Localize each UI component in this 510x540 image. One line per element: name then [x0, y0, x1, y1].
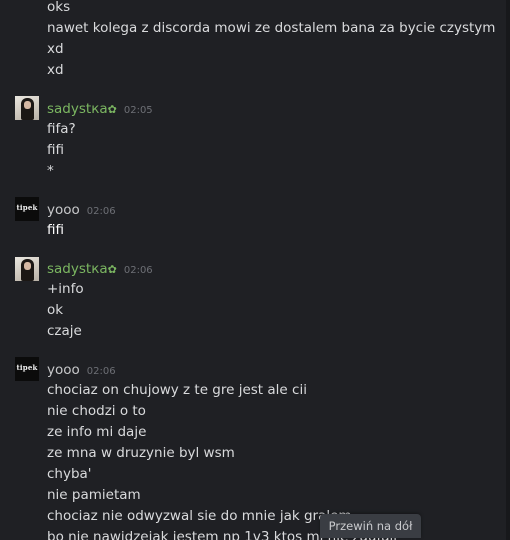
chat-log: oks nawet kolega z discorda mowi ze dost…: [0, 0, 510, 540]
avatar[interactable]: tipek: [15, 197, 39, 221]
author-name[interactable]: sadystка: [47, 261, 108, 277]
avatar[interactable]: [15, 257, 39, 281]
avatar[interactable]: [15, 96, 39, 120]
author-name[interactable]: sadystка: [47, 101, 108, 117]
message-header: sadystка✿ 02:05: [47, 99, 153, 117]
message-line: nawet kolega z discorda mowi ze dostalem…: [47, 20, 496, 36]
message-line: czaje: [47, 323, 82, 339]
scroll-to-bottom-button[interactable]: Przewiń na dół: [320, 514, 421, 538]
message-line: fifa?: [47, 121, 76, 137]
flower-icon: ✿: [107, 263, 117, 276]
author-name[interactable]: yooo: [47, 362, 80, 378]
avatar-label: tipek: [16, 203, 38, 212]
message-line: fifi: [47, 142, 65, 158]
timestamp: 02:06: [123, 265, 153, 276]
message-line: nie pamietam: [47, 487, 141, 503]
message-header: sadystка✿ 02:06: [47, 259, 153, 277]
message-line: ze info mi daje: [47, 424, 147, 440]
timestamp: 02:05: [123, 105, 153, 116]
message-line: ok: [47, 302, 64, 318]
message-line: fifi: [47, 222, 65, 238]
message-line: xd: [47, 41, 64, 57]
flower-icon: ✿: [107, 103, 117, 116]
message-line: chociaz on chujowy z te gre jest ale cii: [47, 382, 307, 398]
message-header: yooo 02:06: [47, 360, 116, 378]
message-line: +info: [47, 281, 84, 297]
message-line: nie chodzi o to: [47, 403, 146, 419]
author-name[interactable]: yooo: [47, 202, 80, 218]
message-line: oks: [47, 0, 71, 15]
scrollbar[interactable]: [506, 0, 510, 540]
message-line: *: [47, 163, 54, 179]
avatar-label: tipek: [16, 363, 38, 372]
timestamp: 02:06: [86, 366, 116, 377]
message-line: chociaz nie odwyzwal sie do mnie jak gra…: [47, 508, 352, 524]
message-line: xd: [47, 62, 64, 78]
message-line: chyba': [47, 466, 92, 482]
message-line: ze mna w druzynie byl wsm: [47, 445, 235, 461]
timestamp: 02:06: [86, 206, 116, 217]
avatar[interactable]: tipek: [15, 357, 39, 381]
message-header: yooo 02:06: [47, 200, 116, 218]
